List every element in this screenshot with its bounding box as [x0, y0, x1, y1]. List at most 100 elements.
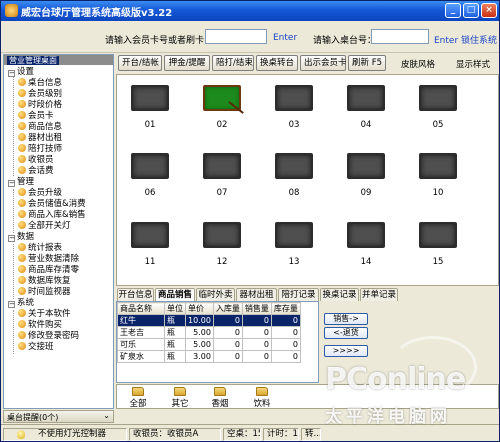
table-felt — [419, 222, 457, 248]
toolbar-link[interactable]: 显示样式 — [456, 58, 490, 70]
sidebar-group[interactable]: − 管理 — [8, 177, 34, 188]
sidebar-item[interactable]: 商品库存清零 — [18, 265, 79, 276]
billiard-table[interactable] — [417, 151, 459, 181]
sidebar-item-label: 统计报表 — [28, 243, 63, 253]
column-header[interactable]: 单价 — [185, 302, 214, 315]
category-item[interactable]: 其它 — [165, 387, 195, 409]
sidebar-item[interactable]: 数据库恢复 — [18, 276, 71, 287]
billiard-table[interactable] — [417, 220, 459, 250]
table-row[interactable]: 矿泉水瓶 3.00 0 0 0 — [117, 350, 301, 363]
sidebar-item[interactable]: 全部开关灯 — [18, 221, 71, 232]
tab-item[interactable]: 开台信息 — [117, 288, 154, 301]
card-enter-button[interactable]: Enter — [273, 33, 297, 43]
sidebar-item[interactable]: 商品入库&销售 — [18, 210, 86, 221]
collapse-icon[interactable]: − — [8, 180, 15, 187]
category-item[interactable]: 香烟 — [205, 387, 235, 409]
sidebar-group[interactable]: − 设置 — [8, 67, 34, 78]
maximize-button[interactable]: □ — [463, 3, 479, 18]
close-button[interactable]: × — [481, 3, 497, 18]
sidebar-item[interactable]: 会员升级 — [18, 188, 62, 199]
sidebar-group[interactable]: − 系统 — [8, 298, 34, 309]
table-number-input[interactable] — [371, 29, 429, 44]
column-header[interactable]: 销售量 — [241, 302, 272, 315]
sidebar-group-label: 系统 — [17, 298, 35, 308]
column-header[interactable]: 库存量 — [270, 302, 301, 315]
billiard-table[interactable] — [345, 83, 387, 113]
sidebar-group[interactable]: − 数据 — [8, 232, 34, 243]
sidebar-item[interactable]: 修改登录密码 — [18, 331, 79, 342]
sidebar-item[interactable]: 收银员 — [18, 155, 54, 166]
sidebar-item-label: 商品信息 — [28, 122, 63, 132]
tab-item[interactable]: 临时外卖 — [196, 288, 235, 301]
collapse-icon[interactable]: − — [8, 70, 15, 77]
toolbar-button[interactable]: 出示会员卡 — [300, 55, 347, 71]
menu-item-icon — [18, 166, 26, 174]
sidebar-item[interactable]: 时间监视器 — [18, 287, 71, 298]
billiard-table[interactable] — [345, 151, 387, 181]
toolbar-button[interactable]: 刷新 F5 — [348, 55, 386, 71]
column-header[interactable]: 单位 — [164, 302, 186, 315]
sidebar-item[interactable]: 陪打技师 — [18, 144, 62, 155]
card-number-input[interactable] — [205, 29, 267, 44]
goods-grid[interactable]: 商品名称 单位 单价 入库量 销售量 库存量 红牛瓶 10.00 0 0 0 王老吉瓶 5.00 0 0 0… — [116, 301, 319, 383]
sidebar-item[interactable]: 关于本软件 — [18, 309, 71, 320]
sidebar-item[interactable]: 会员卡 — [18, 111, 54, 122]
column-header[interactable]: 商品名称 — [117, 302, 165, 315]
sell-button[interactable]: 销售-> — [324, 313, 368, 325]
table-row[interactable]: 王老吉瓶 5.00 0 0 0 — [117, 326, 301, 339]
toolbar-button[interactable]: 开台/结帐 — [118, 55, 162, 71]
sidebar-item[interactable]: 会员储值&消费 — [18, 199, 86, 210]
table-row[interactable]: 可乐瓶 5.00 0 0 0 — [117, 338, 301, 351]
billiard-table[interactable] — [129, 220, 171, 250]
tab-item[interactable]: 商品销售 — [155, 288, 195, 302]
table-enter-lock-button[interactable]: Enter 锁住系统 — [434, 33, 497, 46]
sidebar-item-label: 器材出租 — [28, 133, 63, 143]
toolbar-button[interactable]: 押金/提醒 — [164, 55, 210, 71]
tab-item[interactable]: 陪打记录 — [278, 288, 319, 301]
title-bar[interactable]: 威宏台球厅管理系统高级版v3.22 — [1, 1, 499, 21]
billiard-table[interactable] — [345, 220, 387, 250]
table-cell: 王老吉 — [117, 326, 165, 339]
column-header[interactable]: 入库量 — [212, 302, 243, 315]
billiard-table[interactable] — [273, 151, 315, 181]
toolbar-button[interactable]: 换桌转台 — [256, 55, 298, 71]
billiard-table[interactable] — [201, 220, 243, 250]
category-item[interactable]: 全部 — [123, 387, 153, 409]
table-felt — [419, 153, 457, 179]
sidebar-item[interactable]: 桌台信息 — [18, 78, 62, 89]
billiard-table[interactable] — [129, 83, 171, 113]
table-row[interactable]: 红牛瓶 10.00 0 0 0 — [117, 314, 301, 327]
sidebar-item[interactable]: 商品信息 — [18, 122, 62, 133]
tab-item[interactable]: 器材出租 — [236, 288, 277, 301]
billiard-table[interactable] — [417, 83, 459, 113]
billiard-table[interactable] — [273, 83, 315, 113]
sidebar-header[interactable]: 营业管理桌面 — [7, 56, 59, 65]
sidebar-item[interactable]: 交接班 — [18, 342, 54, 353]
collapse-icon[interactable]: − — [8, 301, 15, 308]
sidebar-item[interactable]: 会话费 — [18, 166, 54, 177]
sidebar-item-label: 关于本软件 — [28, 309, 71, 319]
billiard-table[interactable] — [129, 151, 171, 181]
toolbar-button[interactable]: 陪打/结束 — [212, 55, 254, 71]
sidebar-item-label: 收银员 — [28, 155, 54, 165]
tab-item[interactable]: 换桌记录 — [320, 288, 359, 301]
collapse-icon[interactable]: − — [8, 235, 15, 242]
menu-item-icon — [18, 133, 26, 141]
chevron-down-icon[interactable]: ⌄ — [103, 411, 110, 420]
billiard-table[interactable] — [273, 220, 315, 250]
tab-item[interactable]: 并单记录 — [360, 288, 398, 301]
sidebar-item[interactable]: 软件购买 — [18, 320, 62, 331]
table-alert-bar[interactable]: 桌台提醒(0个) ⌄ — [3, 410, 114, 423]
billiard-table[interactable] — [201, 151, 243, 181]
menu-item-icon — [18, 100, 26, 108]
minimize-button[interactable]: _ — [445, 3, 461, 18]
table-felt — [347, 153, 385, 179]
sidebar-item[interactable]: 器材出租 — [18, 133, 62, 144]
sidebar-item[interactable]: 统计报表 — [18, 243, 62, 254]
sidebar-item[interactable]: 会员级别 — [18, 89, 62, 100]
toolbar-link[interactable]: 皮肤风格 — [401, 58, 435, 70]
sidebar-item[interactable]: 时段价格 — [18, 100, 62, 111]
sidebar-item[interactable]: 营业数据清除 — [18, 254, 79, 265]
billiard-table[interactable] — [201, 83, 244, 114]
category-item[interactable]: 饮料 — [247, 387, 277, 409]
